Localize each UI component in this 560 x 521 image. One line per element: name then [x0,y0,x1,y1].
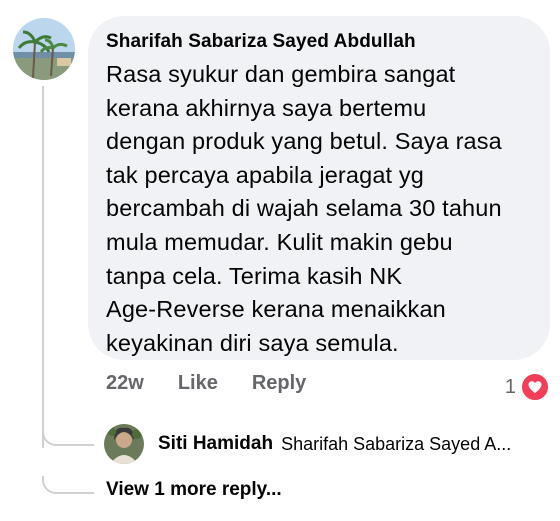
reply-snippet: Sharifah Sabariza Sayed A... [281,433,512,454]
thread-branch-more [42,476,94,494]
reaction-count: 1 [504,375,516,398]
comment-actions: 22w Like Reply [106,372,306,395]
reply-author[interactable]: Siti Hamidah [158,433,273,455]
reply-avatar[interactable] [104,424,144,464]
heart-icon [520,372,550,402]
reply-preview[interactable]: Siti Hamidah Sharifah Sabariza Sayed A..… [104,424,554,464]
view-more-replies-link[interactable]: View 1 more reply... [106,479,282,501]
like-button[interactable]: Like [178,372,218,395]
thread-branch-reply [42,428,94,446]
commenter-avatar[interactable] [13,18,75,80]
comment-timestamp[interactable]: 22w [106,372,144,395]
comment-text: Rasa syukur dan gembira sangat kerana ak… [106,61,502,356]
thread-line [42,86,44,448]
reaction-summary[interactable]: 1 [505,372,550,402]
reply-button[interactable]: Reply [252,372,306,395]
comment-bubble: Sharifah Sabariza Sayed Abdullah Rasa sy… [88,16,550,360]
comment-author[interactable]: Sharifah Sabariza Sayed Abdullah [106,30,530,54]
